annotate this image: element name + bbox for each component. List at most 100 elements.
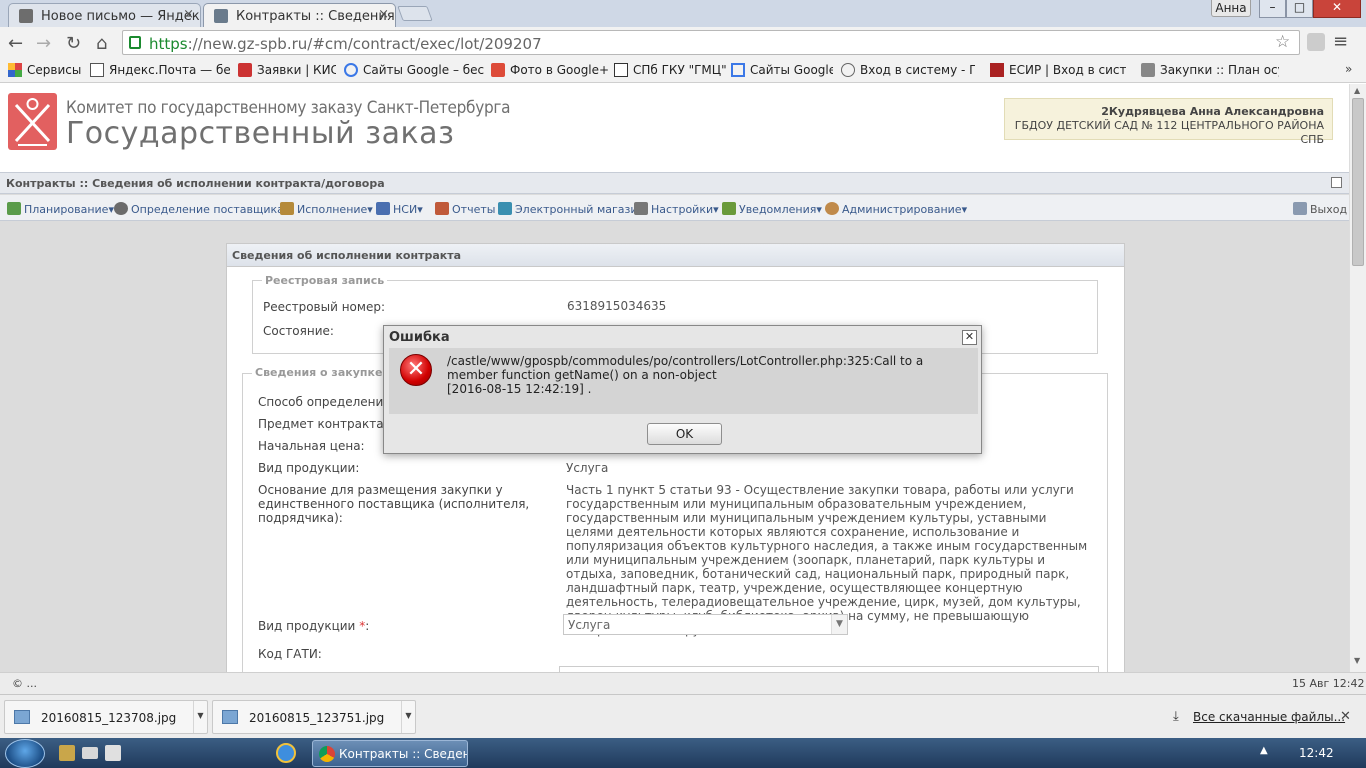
close-downloads-icon[interactable]: ✕ (1340, 709, 1351, 724)
taskbar-task-label: Контракты :: Сведен... (339, 747, 468, 761)
bookmark-label: СПб ГКУ "ГМЦ" (633, 63, 726, 77)
menu-item-eshop[interactable]: Электронный магазин (498, 202, 645, 216)
chevron-down-icon[interactable]: ▼ (401, 701, 415, 733)
chevron-down-icon: ▾ (417, 203, 423, 216)
bookmark-label: ЕСИР | Вход в систем (1009, 63, 1126, 77)
menu-item-settings[interactable]: Настройки▾ (634, 202, 719, 216)
download-filename: 20160815_123708.jpg (41, 711, 177, 725)
google-plus-icon (491, 63, 505, 77)
planning-icon (7, 202, 21, 215)
bookmark-item[interactable]: Сервисы (8, 63, 84, 77)
menu-item-notifications[interactable]: Уведомления▾ (722, 202, 822, 216)
scroll-down-icon[interactable]: ▼ (1354, 656, 1360, 665)
close-tab-icon[interactable]: × (378, 7, 389, 22)
internet-explorer-icon[interactable] (276, 743, 296, 763)
user-info[interactable]: 2Кудрявцева Анна Александровна ГБДОУ ДЕТ… (1004, 98, 1333, 146)
error-timestamp: [2016-08-15 12:42:19] . (447, 382, 592, 396)
bookmark-label: Сайты Google (750, 63, 833, 77)
google-icon (344, 63, 358, 77)
menu-item-planning[interactable]: Планирование▾ (7, 202, 114, 216)
main-menu: Планирование▾ Определение поставщика▾ Ис… (0, 195, 1349, 221)
product-type-label: Вид продукции: (258, 461, 360, 475)
bookmark-item[interactable]: Вход в систему - ПК (841, 63, 975, 77)
menu-item-reports[interactable]: Отчеты (435, 202, 495, 216)
menu-item-supplier[interactable]: Определение поставщика▾ (114, 202, 289, 216)
logout-label: Выход (1310, 203, 1348, 216)
bookmark-item[interactable]: Сайты Google (731, 63, 833, 77)
book-icon (376, 202, 390, 215)
profile-badge[interactable]: Анна (1211, 0, 1251, 17)
chevron-down-icon[interactable]: ▼ (193, 701, 207, 733)
esir-icon (990, 63, 1004, 77)
download-item[interactable]: 20160815_123708.jpg ▼ (4, 700, 208, 734)
menu-label: Планирование (24, 203, 109, 216)
bookmark-item[interactable]: Закупки :: План осущ (1141, 63, 1279, 77)
dialog-close-icon[interactable]: ✕ (962, 330, 977, 345)
menu-item-nsi[interactable]: НСИ▾ (376, 202, 423, 216)
collapse-icon[interactable] (1331, 177, 1342, 188)
bookmark-item[interactable]: Яндекс.Почта — бес (90, 63, 230, 77)
address-bar[interactable]: https://new.gz-spb.ru/#cm/contract/exec/… (122, 30, 1300, 55)
downloads-bar: 20160815_123708.jpg ▼ 20160815_123751.jp… (0, 694, 1366, 738)
start-button[interactable] (5, 739, 45, 768)
menu-item-execution[interactable]: Исполнение▾ (280, 202, 373, 216)
contract-execution-panel: Сведения об исполнении контракта Реестро… (226, 243, 1125, 693)
minimize-button[interactable]: – (1259, 0, 1286, 18)
reload-icon[interactable]: ↻ (66, 33, 81, 54)
browser-tab-mail[interactable]: Новое письмо — Яндекс × (8, 3, 201, 28)
product-type-select[interactable]: Услуга ▼ (563, 614, 848, 635)
error-message: /castle/www/gpospb/commodules/po/control… (447, 354, 967, 396)
system-clock[interactable]: 12:42 (1299, 746, 1334, 760)
close-tab-icon[interactable]: × (183, 7, 194, 22)
registry-number-value: 6318915034635 (567, 299, 667, 313)
bookmark-label: Фото в Google+ (510, 63, 609, 77)
select-value: Услуга (568, 618, 611, 632)
tab-title: Новое письмо — Яндекс (41, 9, 201, 24)
bookmark-item[interactable]: Фото в Google+ (491, 63, 609, 77)
forward-arrow-icon[interactable]: → (36, 33, 51, 54)
chevron-down-icon: ▾ (816, 203, 822, 216)
new-tab-button[interactable] (397, 6, 433, 21)
logout-button[interactable]: Выход (1293, 202, 1347, 216)
bookmarks-overflow-icon[interactable]: » (1345, 62, 1352, 76)
basis-label: Основание для размещения закупки у единс… (258, 483, 530, 525)
bookmark-item[interactable]: Сайты Google – бесп (344, 63, 484, 77)
all-downloads-link[interactable]: Все скачанные файлы... (1193, 710, 1345, 724)
chevron-down-icon: ▾ (961, 203, 968, 216)
window-close-button[interactable]: ✕ (1313, 0, 1361, 18)
extension-icon[interactable] (1307, 33, 1325, 51)
registry-legend: Реестровая запись (262, 274, 388, 287)
menu-icon[interactable]: ≡ (1333, 31, 1348, 52)
home-icon[interactable]: ⌂ (96, 33, 107, 54)
menu-item-admin[interactable]: Администрирование▾ (825, 202, 967, 216)
price-label: Начальная цена: (258, 439, 365, 453)
scrollbar-thumb[interactable] (1352, 98, 1364, 266)
taskbar-chrome-window[interactable]: Контракты :: Сведен... (312, 740, 468, 767)
purchase-legend: Сведения о закупке (252, 366, 386, 379)
menu-label: Администрирование (842, 203, 962, 216)
user-organization: ГБДОУ ДЕТСКИЙ САД № 112 ЦЕНТРАЛЬНОГО РАЙ… (1014, 119, 1324, 146)
scroll-up-icon[interactable]: ▲ (1354, 86, 1360, 95)
browser-tab-contracts[interactable]: Контракты :: Сведения об × (203, 3, 396, 28)
page-scrollbar[interactable]: ▲ ▼ (1349, 84, 1366, 672)
url-path: ://new.gz-spb.ru/#cm/contract/exec/lot/2… (187, 35, 542, 53)
error-icon: ✕ (400, 354, 432, 386)
bookmark-item[interactable]: ЕСИР | Вход в систем (990, 63, 1126, 77)
error-dialog: Ошибка ✕ ✕ /castle/www/gpospb/commodules… (383, 325, 982, 454)
star-icon[interactable]: ☆ (1275, 32, 1290, 52)
bookmark-item[interactable]: Заявки | КИС (238, 63, 336, 77)
bookmark-item[interactable]: СПб ГКУ "ГМЦ" (614, 63, 726, 77)
device-icon[interactable] (82, 747, 98, 759)
ok-button[interactable]: OK (647, 423, 722, 445)
chevron-down-icon[interactable]: ▼ (831, 615, 847, 634)
explorer-icon[interactable] (59, 745, 75, 761)
product-type-value: Услуга (566, 461, 609, 475)
url-text[interactable]: https://new.gz-spb.ru/#cm/contract/exec/… (149, 35, 542, 53)
bookmark-label: Заявки | КИС (257, 63, 336, 77)
back-arrow-icon[interactable]: ← (8, 33, 23, 54)
printer-icon[interactable] (105, 745, 121, 761)
registry-number-label: Реестровый номер: (263, 300, 385, 314)
maximize-button[interactable]: □ (1286, 0, 1313, 18)
tray-expand-icon[interactable]: ▲ (1260, 745, 1268, 756)
download-item[interactable]: 20160815_123751.jpg ▼ (212, 700, 416, 734)
